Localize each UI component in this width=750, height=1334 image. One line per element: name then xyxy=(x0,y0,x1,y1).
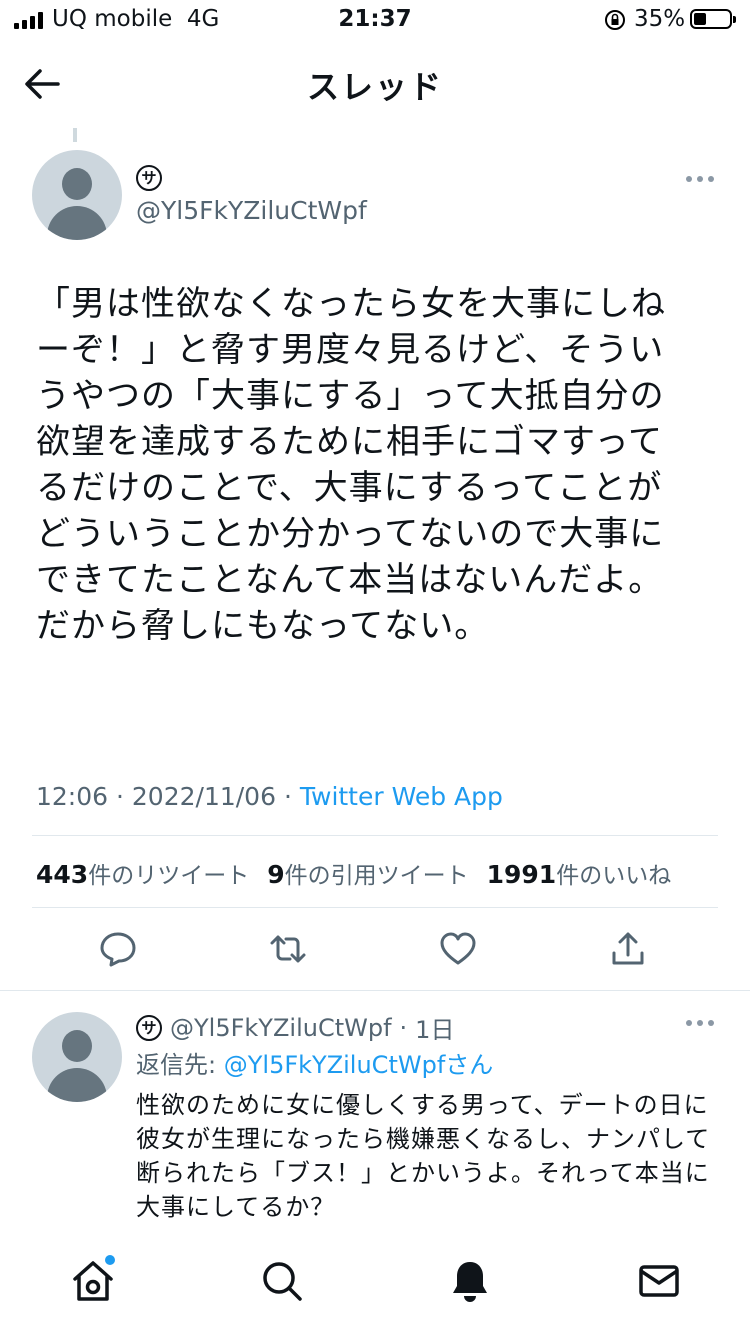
author-handle[interactable]: @Yl5FkYZiluCtWpf xyxy=(136,196,367,225)
display-name-glyph: サ xyxy=(136,165,162,191)
reply-text-line: 断られたら「ブス！」とかいうよ。それって本当に xyxy=(136,1159,710,1187)
retweet-icon[interactable] xyxy=(268,929,308,969)
retweets-label: 件のリツイート xyxy=(88,863,250,889)
tweet-text-line: どういうことか分かってないので大事に xyxy=(36,514,665,554)
reply-to-label: 返信先: xyxy=(136,1051,217,1079)
quotes-stat[interactable]: 9件の引用ツイート xyxy=(267,856,468,890)
reply-to-mention-link[interactable]: @Yl5FkYZiluCtWpf xyxy=(224,1051,446,1079)
tweet-date: 2022/11/06 xyxy=(131,782,276,811)
like-icon[interactable] xyxy=(438,929,478,969)
notifications-icon[interactable] xyxy=(447,1258,493,1304)
reply-text: 性欲のために女に優しくする男って、デートの日に 彼女が生理になったら機嫌悪くなる… xyxy=(136,1088,716,1224)
rotation-lock-icon xyxy=(605,10,625,30)
tweet-text-line: だから脅しにもなってない。 xyxy=(36,606,490,646)
home-unread-dot xyxy=(105,1255,115,1265)
author-display-name[interactable]: サ xyxy=(136,165,162,191)
more-options-icon[interactable] xyxy=(686,176,716,184)
separator-dot: · xyxy=(399,1013,408,1042)
tweet-text: 「男は性欲なくなったら女を大事にしね ーぞ！」と脅す男度々見るけど、そうい うや… xyxy=(36,281,716,649)
retweets-count: 443 xyxy=(36,860,89,889)
reply-author-line[interactable]: サ @Yl5FkYZiluCtWpf · 1日 xyxy=(136,1010,454,1045)
reply-to-suffix: さん xyxy=(445,1051,494,1079)
tweet-text-line: 欲望を達成するために相手にゴマすって xyxy=(36,422,663,462)
reply-age: 1日 xyxy=(415,1016,455,1044)
likes-stat[interactable]: 1991件のいいね xyxy=(487,856,672,890)
replying-to: 返信先: @Yl5FkYZiluCtWpfさん xyxy=(136,1045,493,1080)
share-icon[interactable] xyxy=(608,929,648,969)
divider xyxy=(32,907,718,908)
tweet-time: 12:06 xyxy=(36,782,109,811)
reply-handle: @Yl5FkYZiluCtWpf xyxy=(170,1013,392,1042)
reply-text-line: 彼女が生理になったら機嫌悪くなるし、ナンパして xyxy=(136,1125,711,1153)
reply-display-name-glyph: サ xyxy=(136,1014,162,1041)
reply-text-line: 性欲のために女に優しくする男って、デートの日に xyxy=(136,1091,709,1119)
tweet-text-line: 「男は性欲なくなったら女を大事にしね xyxy=(36,284,666,324)
tweet-text-line: ーぞ！」と脅す男度々見るけど、そうい xyxy=(36,330,665,370)
more-options-icon[interactable] xyxy=(686,1020,716,1028)
tweet-text-line: うやつの「大事にする」って大抵自分の xyxy=(36,376,665,416)
divider xyxy=(0,990,750,991)
tweet-stats: 443件のリツイート 9件の引用ツイート 1991件のいいね xyxy=(36,856,671,890)
author-avatar[interactable] xyxy=(32,150,122,240)
retweets-stat[interactable]: 443件のリツイート xyxy=(36,856,249,890)
divider xyxy=(32,835,718,836)
likes-count: 1991 xyxy=(486,860,557,889)
reply-author-avatar[interactable] xyxy=(32,1012,122,1102)
tweet-text-line: できてたことなんて本当はないんだよ。 xyxy=(36,560,664,600)
reply-icon[interactable] xyxy=(98,929,138,969)
tweet-text-line: るだけのことで、大事にするってことが xyxy=(36,468,663,508)
page-title: スレッド xyxy=(306,68,443,106)
separator-dot: · xyxy=(283,782,292,811)
battery-percent: 35% xyxy=(634,6,686,32)
messages-icon[interactable] xyxy=(636,1258,682,1304)
tweet-metadata: 12:06 · 2022/11/06 · Twitter Web App xyxy=(36,782,503,811)
reply-text-line: 大事にしてるか？ xyxy=(136,1193,336,1221)
status-bar: UQ mobile 4G 21:37 35% xyxy=(0,0,750,44)
likes-label: 件のいいね xyxy=(556,863,672,889)
battery-icon xyxy=(690,9,736,29)
quotes-count: 9 xyxy=(267,860,285,889)
tweet-source-link[interactable]: Twitter Web App xyxy=(300,782,503,811)
search-icon[interactable] xyxy=(259,1258,305,1304)
quotes-label: 件の引用ツイート xyxy=(284,863,469,889)
separator-dot: · xyxy=(116,782,124,811)
thread-connector-line xyxy=(73,128,77,142)
